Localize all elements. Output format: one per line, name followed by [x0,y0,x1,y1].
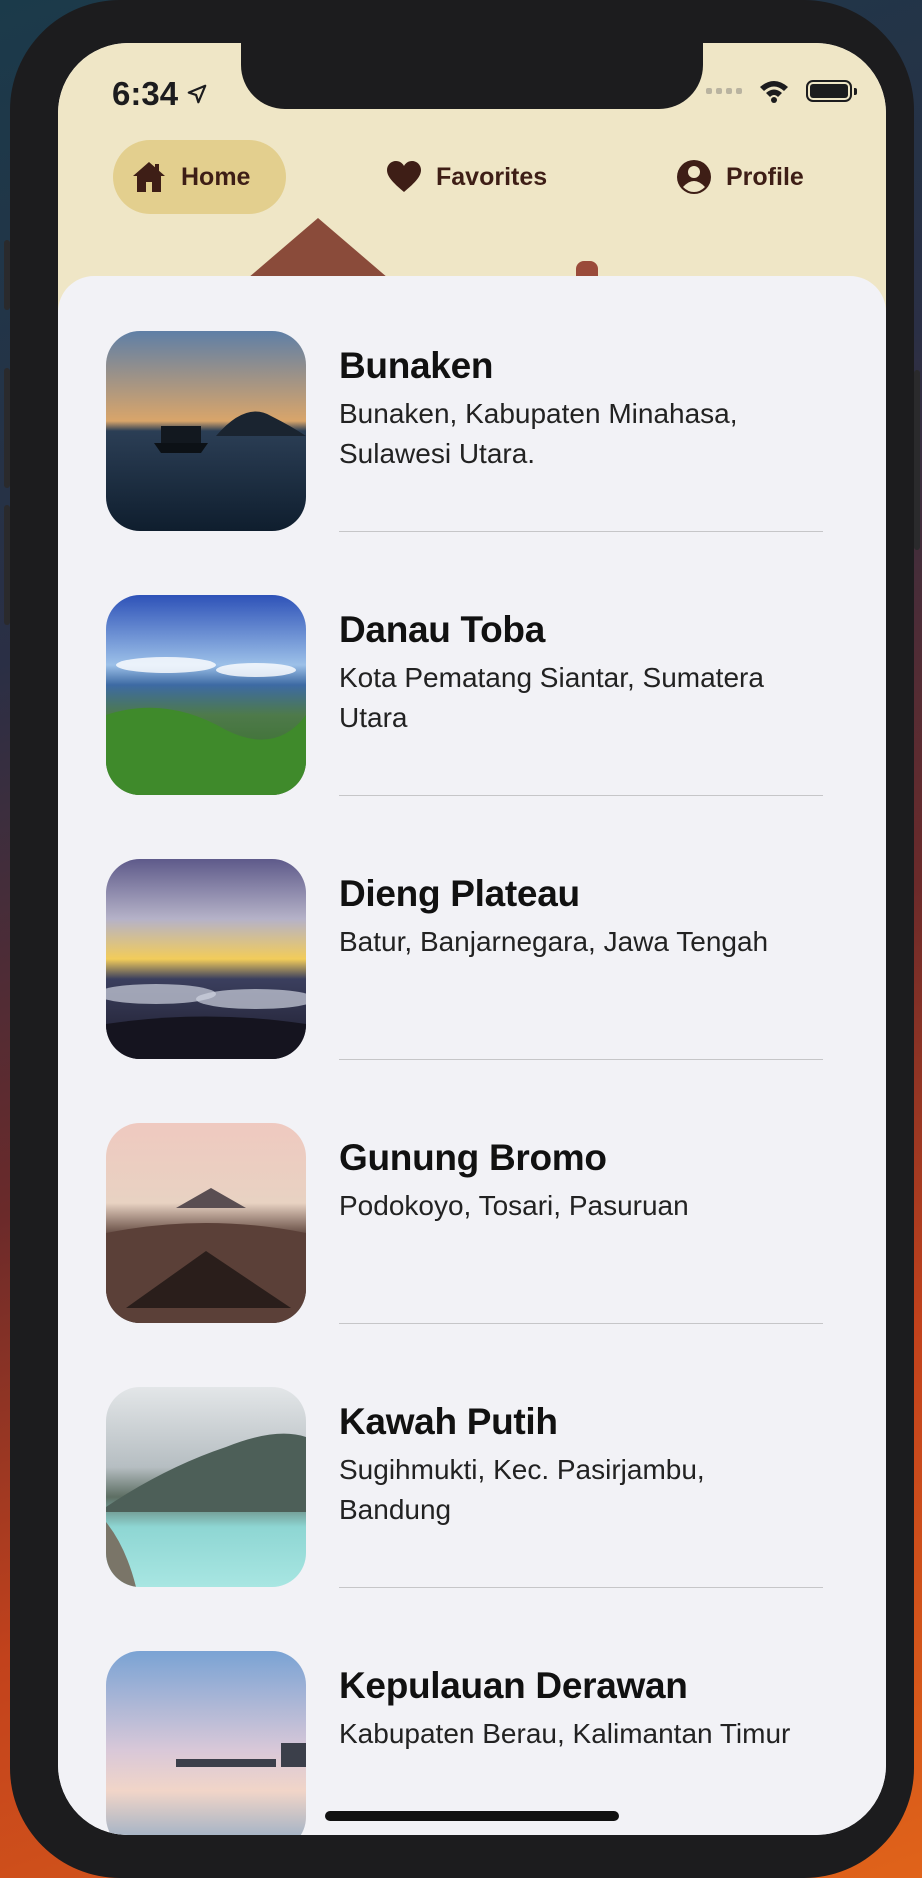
destination-name: Dieng Plateau [339,873,580,914]
destination-thumbnail [106,595,306,795]
destination-location: Batur, Banjarnegara, Jawa Tengah [339,926,769,957]
volume-up-button [4,368,10,488]
power-button [914,370,920,550]
destination-location: Kabupaten Berau, Kalimantan Timur [339,1718,791,1749]
row-divider [339,531,823,532]
destination-thumbnail [106,331,306,531]
camera-notch [241,43,703,109]
tab-profile-label: Profile [726,162,804,191]
header-image-roof [248,218,388,278]
list-item[interactable]: Bunaken Bunaken, Kabupaten Minahasa, Sul… [58,276,886,540]
destination-location: Podokoyo, Tosari, Pasuruan [339,1190,689,1221]
list-item[interactable]: Gunung Bromo Podokoyo, Tosari, Pasuruan [58,1068,886,1332]
screen: 6:34 Home Favorites Profile Bunaken Buna… [58,43,886,1835]
tab-home-label: Home [181,162,251,191]
location-arrow-icon [187,84,207,104]
tab-favorites-label: Favorites [436,162,548,191]
home-indicator[interactable] [325,1811,619,1821]
list-item[interactable]: Kawah Putih Sugihmukti, Kec. Pasirjambu,… [58,1332,886,1596]
wifi-icon [760,81,788,103]
status-icons [706,79,857,103]
destination-thumbnail [106,1651,306,1835]
mute-switch [4,240,10,310]
destination-thumbnail [106,859,306,1059]
destination-name: Kepulauan Derawan [339,1665,688,1706]
heart-icon [387,161,421,192]
row-divider [339,795,823,796]
row-divider [339,1587,823,1588]
destination-location: Bunaken, Kabupaten Minahasa, Sulawesi Ut… [339,398,738,469]
volume-down-button [4,505,10,625]
row-divider [339,1059,823,1060]
destination-list: Bunaken Bunaken, Kabupaten Minahasa, Sul… [58,276,886,1835]
list-item[interactable]: Kepulauan Derawan Kabupaten Berau, Kalim… [58,1596,886,1835]
status-bar-time: 6:34 [112,75,208,113]
row-divider [339,1323,823,1324]
cellular-signal-icon [706,88,742,94]
destination-name: Bunaken [339,345,494,386]
destination-name: Gunung Bromo [339,1137,607,1178]
phone-frame: 6:34 Home Favorites Profile Bunaken Buna… [4,0,920,1878]
tab-favorites[interactable]: Favorites [386,140,547,214]
list-item[interactable]: Danau Toba Kota Pematang Siantar, Sumate… [58,540,886,804]
destination-location: Kota Pematang Siantar, Sumatera Utara [339,662,764,733]
person-circle-icon [677,160,711,194]
destination-name: Kawah Putih [339,1401,558,1442]
destination-thumbnail [106,1123,306,1323]
destination-location: Sugihmukti, Kec. Pasirjambu, Bandung [339,1454,705,1525]
tab-home[interactable]: Home [113,140,286,214]
list-item[interactable]: Dieng Plateau Batur, Banjarnegara, Jawa … [58,804,886,1068]
top-tab-bar: Home Favorites Profile [58,140,886,216]
destination-thumbnail [106,1387,306,1587]
house-icon [133,162,165,192]
tab-profile[interactable]: Profile [676,140,804,214]
battery-icon [806,80,857,102]
destination-name: Danau Toba [339,609,545,650]
time-label: 6:34 [112,75,179,112]
